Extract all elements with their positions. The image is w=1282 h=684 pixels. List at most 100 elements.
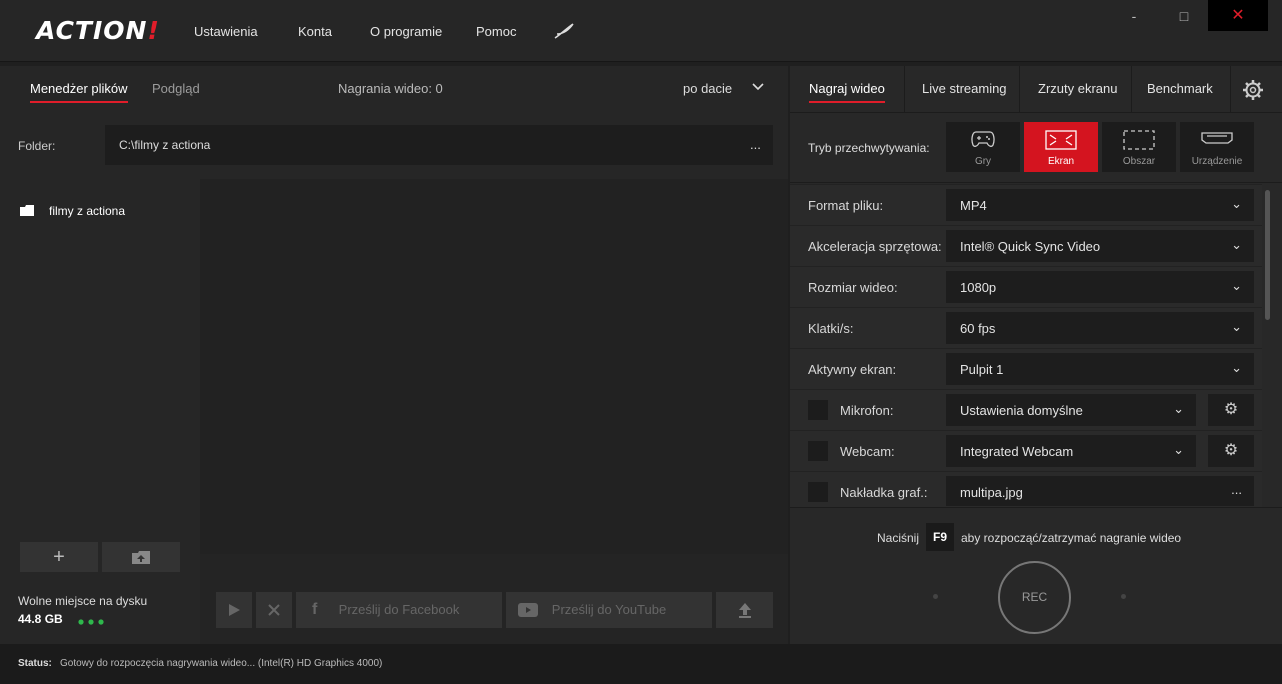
- chevron-down-icon: ⌄: [1231, 360, 1242, 375]
- browse-overlay-button[interactable]: ...: [1231, 482, 1242, 497]
- gear-icon[interactable]: [1242, 79, 1264, 104]
- fps-select[interactable]: 60 fps ⌄: [946, 312, 1254, 344]
- hotkey-badge: F9: [926, 523, 954, 551]
- hw-acceleration-value: Intel® Quick Sync Video: [960, 239, 1101, 254]
- indicator-dot: [1121, 594, 1126, 599]
- sort-dropdown[interactable]: po dacie: [683, 81, 732, 96]
- upload-button[interactable]: [716, 592, 773, 628]
- overlay-field[interactable]: multipa.jpg...: [946, 476, 1254, 506]
- setting-active-screen: Aktywny ekran: Pulpit 1 ⌄: [790, 348, 1262, 389]
- mode-games-label: Gry: [974, 156, 992, 167]
- feather-icon[interactable]: [553, 22, 575, 43]
- tab-preview[interactable]: Podgląd: [152, 81, 200, 96]
- microphone-select[interactable]: Ustawienia domyślne ⌄: [946, 394, 1196, 426]
- webcam-settings-button[interactable]: ⚙: [1208, 435, 1254, 467]
- overlay-checkbox[interactable]: [808, 482, 828, 502]
- file-format-select[interactable]: MP4 ⌄: [946, 189, 1254, 221]
- tab-screenshots[interactable]: Zrzuty ekranu: [1038, 81, 1117, 96]
- tab-separator: [1131, 66, 1132, 112]
- divider: [790, 182, 1282, 183]
- chevron-down-icon: ⌄: [1231, 278, 1242, 293]
- fps-value: 60 fps: [960, 321, 996, 336]
- gear-icon: ⚙: [1223, 442, 1239, 459]
- setting-microphone: Mikrofon: Ustawienia domyślne ⌄ ⚙: [790, 389, 1262, 430]
- recordings-count: Nagrania wideo: 0: [338, 81, 443, 96]
- title-bar: ACTION! Ustawienia Konta O programie Pom…: [0, 0, 1282, 62]
- folder-tree: filmy z actiona + Wolne miejsce na dysku…: [0, 179, 200, 644]
- close-button[interactable]: ✕: [1208, 0, 1268, 31]
- tab-live-streaming[interactable]: Live streaming: [922, 81, 1007, 96]
- gear-icon: ⚙: [1223, 401, 1239, 418]
- setting-overlay: Nakładka graf.: multipa.jpg...: [790, 471, 1262, 507]
- mode-games-button[interactable]: Gry: [946, 122, 1020, 172]
- tab-separator: [1230, 66, 1231, 112]
- webcam-label: Webcam:: [840, 444, 895, 459]
- setting-hw-acceleration: Akceleracja sprzętowa: Intel® Quick Sync…: [790, 225, 1262, 266]
- mode-screen-label: Ekran: [1047, 156, 1075, 167]
- chevron-down-icon: ⌄: [1173, 442, 1184, 457]
- webcam-select[interactable]: Integrated Webcam ⌄: [946, 435, 1196, 467]
- setting-fps: Klatki/s: 60 fps ⌄: [790, 307, 1262, 348]
- upload-facebook-button[interactable]: f Prześlij do Facebook: [296, 592, 502, 628]
- mode-area-button[interactable]: Obszar: [1102, 122, 1176, 172]
- file-manager-panel: Menedżer plików Podgląd Nagrania wideo: …: [0, 66, 788, 644]
- delete-button[interactable]: [256, 592, 292, 628]
- tab-benchmark[interactable]: Benchmark: [1147, 81, 1213, 96]
- hw-acceleration-select[interactable]: Intel® Quick Sync Video ⌄: [946, 230, 1254, 262]
- youtube-icon: [518, 603, 538, 617]
- microphone-value: Ustawienia domyślne: [960, 403, 1083, 418]
- tab-separator: [904, 66, 905, 112]
- status-label: Status:: [18, 658, 52, 669]
- app-logo: ACTION!: [36, 16, 160, 45]
- menu-help[interactable]: Pomoc: [476, 24, 516, 39]
- hw-acceleration-label: Akceleracja sprzętowa:: [808, 239, 942, 254]
- webcam-checkbox[interactable]: [808, 441, 828, 461]
- disk-space-value: 44.8 GB: [18, 612, 63, 626]
- microphone-checkbox[interactable]: [808, 400, 828, 420]
- video-size-value: 1080p: [960, 280, 997, 295]
- setting-file-format: Format pliku: MP4 ⌄: [790, 184, 1262, 225]
- mode-device-button[interactable]: Urządzenie: [1180, 122, 1254, 172]
- active-screen-select[interactable]: Pulpit 1 ⌄: [946, 353, 1254, 385]
- folder-icon: [20, 204, 34, 219]
- folder-path-field[interactable]: C:\filmy z actiona ...: [105, 125, 773, 165]
- divider: [790, 507, 1282, 508]
- mode-screen-button[interactable]: Ekran: [1024, 122, 1098, 172]
- hotkey-hint: aby rozpocząć/zatrzymać nagranie wideo: [961, 531, 1182, 545]
- upload-youtube-button[interactable]: Prześlij do YouTube: [506, 592, 712, 628]
- chevron-down-icon[interactable]: [751, 80, 765, 95]
- open-folder-button[interactable]: [102, 542, 180, 572]
- tab-record-video[interactable]: Nagraj wideo: [809, 81, 885, 103]
- chevron-down-icon: ⌄: [1231, 237, 1242, 252]
- disk-status-dots-icon: [78, 614, 106, 629]
- tab-file-manager[interactable]: Menedżer plików: [30, 81, 128, 103]
- browse-folder-button[interactable]: ...: [750, 137, 761, 152]
- file-list-area[interactable]: [200, 179, 788, 554]
- rec-button[interactable]: REC: [998, 561, 1071, 634]
- area-select-icon: [1123, 130, 1155, 150]
- play-button[interactable]: [216, 592, 252, 628]
- add-folder-button[interactable]: +: [20, 542, 98, 572]
- tree-item-folder[interactable]: filmy z actiona: [49, 204, 125, 218]
- maximize-button[interactable]: □: [1172, 0, 1196, 32]
- chevron-down-icon: ⌄: [1231, 196, 1242, 211]
- mode-area-label: Obszar: [1122, 156, 1156, 167]
- microphone-label: Mikrofon:: [840, 403, 894, 418]
- gamepad-icon: [971, 131, 995, 147]
- status-bar: Status: Gotowy do rozpoczęcia nagrywania…: [0, 644, 1282, 684]
- video-size-select[interactable]: 1080p ⌄: [946, 271, 1254, 303]
- folder-label: Folder:: [18, 139, 56, 153]
- open-folder-icon: [132, 551, 150, 564]
- minimize-button[interactable]: -: [1122, 0, 1146, 32]
- menu-about[interactable]: O programie: [370, 24, 442, 39]
- status-text: Gotowy do rozpoczęcia nagrywania wideo..…: [60, 658, 383, 669]
- menu-accounts[interactable]: Konta: [298, 24, 332, 39]
- menu-settings[interactable]: Ustawienia: [194, 24, 258, 39]
- disk-space-label: Wolne miejsce na dysku: [18, 594, 148, 608]
- active-screen-label: Aktywny ekran:: [808, 362, 897, 377]
- chevron-down-icon: ⌄: [1231, 319, 1242, 334]
- setting-webcam: Webcam: Integrated Webcam ⌄ ⚙: [790, 430, 1262, 471]
- settings-scrollbar[interactable]: [1265, 190, 1270, 320]
- overlay-label: Nakładka graf.:: [840, 485, 928, 500]
- microphone-settings-button[interactable]: ⚙: [1208, 394, 1254, 426]
